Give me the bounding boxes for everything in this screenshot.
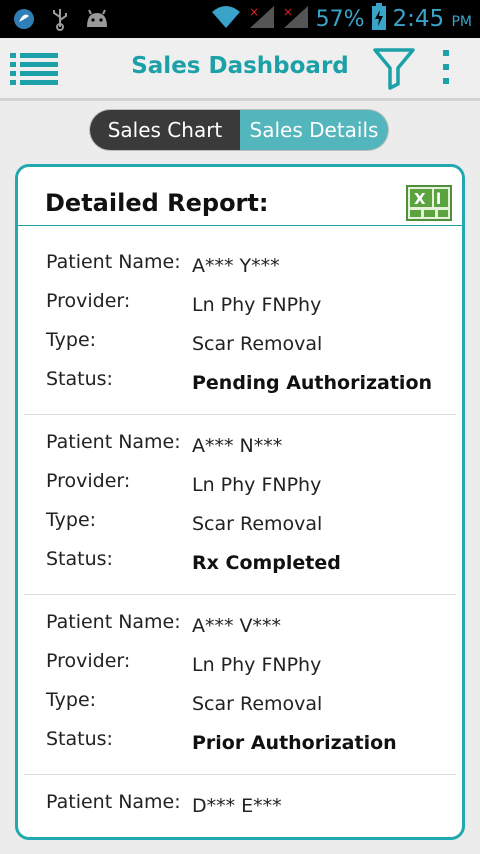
provider-value: Ln Phy FNPhy — [192, 474, 322, 496]
patient-name-value: A*** N*** — [192, 435, 283, 457]
wifi-icon — [210, 4, 242, 34]
tab-sales-chart[interactable]: Sales Chart — [90, 110, 240, 150]
export-excel-button[interactable]: X l — [406, 185, 452, 221]
app-icon — [12, 7, 36, 35]
type-value: Scar Removal — [192, 693, 323, 715]
overflow-menu-button[interactable] — [438, 48, 454, 88]
type-label: Type: — [46, 329, 97, 351]
type-label: Type: — [46, 509, 97, 531]
app-bar: Sales Dashboard — [0, 38, 480, 101]
patient-name-label: Patient Name: — [46, 611, 181, 633]
status-value: Rx Completed — [192, 552, 341, 574]
status-label: Status: — [46, 548, 113, 570]
signal-icon: × — [248, 4, 276, 34]
patient-name-value: D*** E*** — [192, 795, 282, 817]
provider-label: Provider: — [46, 650, 131, 672]
patient-name-value: A*** V*** — [192, 615, 282, 637]
list-item[interactable]: Patient Name: A*** N*** Provider: Ln Phy… — [24, 415, 456, 595]
type-label: Type: — [46, 689, 97, 711]
tab-sales-details[interactable]: Sales Details — [240, 110, 388, 150]
status-value: Pending Authorization — [192, 372, 433, 394]
overflow-menu-icon — [443, 50, 449, 84]
filter-button[interactable] — [372, 46, 416, 90]
clock-ampm: PM — [451, 14, 472, 30]
patient-name-value: A*** Y*** — [192, 255, 280, 277]
usb-icon — [50, 7, 70, 35]
provider-label: Provider: — [46, 470, 131, 492]
provider-value: Ln Phy FNPhy — [192, 294, 322, 316]
type-value: Scar Removal — [192, 513, 323, 535]
svg-text:×: × — [283, 5, 293, 19]
report-header: Detailed Report: X l — [18, 167, 462, 226]
android-icon — [84, 9, 110, 33]
patient-name-label: Patient Name: — [46, 791, 181, 813]
clock-time: 2:45 — [392, 6, 445, 32]
battery-percent: 57% — [315, 6, 365, 32]
status-value: Prior Authorization — [192, 732, 397, 754]
clock: 2:45 PM — [393, 6, 473, 32]
status-bar: × × 57% 2:45 PM — [0, 0, 480, 38]
patient-name-label: Patient Name: — [46, 251, 181, 273]
provider-label: Provider: — [46, 290, 131, 312]
svg-text:×: × — [249, 5, 259, 19]
list-item[interactable]: Patient Name: A*** V*** Provider: Ln Phy… — [24, 595, 456, 775]
report-title: Detailed Report: — [45, 189, 269, 217]
list-item[interactable]: Patient Name: A*** Y*** Provider: Ln Phy… — [24, 235, 456, 415]
list-item[interactable]: Patient Name: D*** E*** — [24, 775, 456, 837]
detailed-report-card[interactable]: Detailed Report: X l Patient Name: A*** … — [15, 164, 465, 840]
battery-icon — [371, 3, 387, 35]
provider-value: Ln Phy FNPhy — [192, 654, 322, 676]
svg-text:X: X — [414, 190, 426, 208]
signal-icon: × — [282, 4, 310, 34]
patient-name-label: Patient Name: — [46, 431, 181, 453]
view-toggle: Sales Chart Sales Details — [90, 110, 388, 150]
type-value: Scar Removal — [192, 333, 323, 355]
excel-icon: X l — [406, 185, 452, 221]
status-label: Status: — [46, 728, 113, 750]
status-label: Status: — [46, 368, 113, 390]
filter-icon — [373, 48, 415, 90]
svg-text:l: l — [436, 190, 441, 208]
